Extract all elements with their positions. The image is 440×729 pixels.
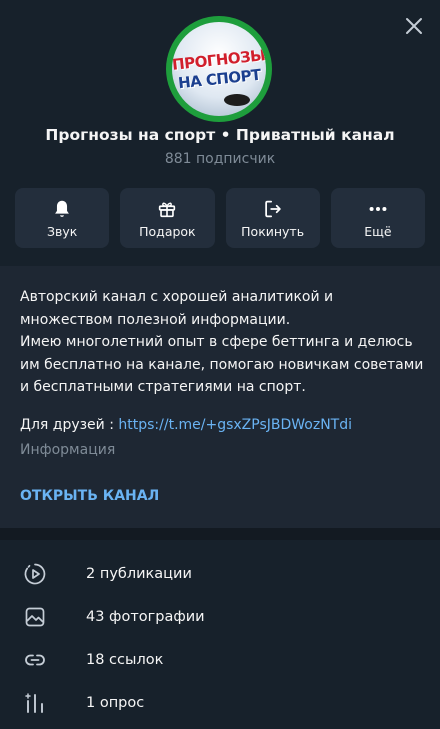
gift-button[interactable]: Подарок: [120, 188, 215, 248]
channel-description: Авторский канал с хорошей аналитикой и м…: [20, 289, 424, 395]
polls-count: 1 опрос: [86, 694, 145, 711]
channel-title: Прогнозы на спорт • Приватный канал: [45, 126, 395, 144]
media-item-links[interactable]: 18 ссылок: [0, 638, 440, 681]
channel-info-section: Авторский канал с хорошей аналитикой и м…: [0, 266, 440, 528]
sound-button[interactable]: Звук: [15, 188, 110, 248]
friends-prefix: Для друзей :: [20, 417, 119, 433]
channel-header: ПРОГНОЗЫ НА СПОРТ Прогнозы на спорт • Пр…: [0, 0, 440, 266]
poll-icon: [25, 692, 43, 713]
media-item-polls[interactable]: 1 опрос: [0, 681, 440, 724]
photo-icon: [25, 607, 45, 626]
leave-label: Покинуть: [241, 223, 305, 239]
hockey-puck-graphic: [224, 94, 250, 106]
more-icon: [369, 206, 387, 211]
close-icon: [406, 18, 422, 34]
gift-label: Подарок: [139, 223, 196, 239]
subscriber-count: 881 подписчик: [164, 151, 276, 167]
sound-label: Звук: [46, 223, 78, 239]
leave-button[interactable]: Покинуть: [225, 188, 320, 248]
channel-avatar[interactable]: ПРОГНОЗЫ НА СПОРТ: [166, 16, 272, 122]
photos-count: 43 фотографии: [86, 608, 205, 625]
channel-logo: ПРОГНОЗЫ НА СПОРТ: [172, 22, 266, 116]
links-count: 18 ссылок: [86, 651, 164, 668]
leave-icon: [264, 200, 281, 217]
more-label: Ещё: [364, 223, 392, 239]
gift-icon: [159, 202, 176, 217]
more-button[interactable]: Ещё: [330, 188, 425, 248]
link-icon: [25, 654, 45, 665]
shared-media-list: 2 публикации 43 фотографии 18 ссылок 1 о…: [0, 540, 440, 729]
action-bar: Звук Подарок Покинуть Ещё: [15, 188, 425, 248]
close-button[interactable]: [402, 14, 426, 38]
media-item-posts[interactable]: 2 публикации: [0, 552, 440, 595]
media-item-photos[interactable]: 43 фотографии: [0, 595, 440, 638]
section-divider: [0, 528, 440, 540]
invite-link[interactable]: https://t.me/+gsxZPsJBDWozNTdi: [118, 417, 352, 433]
posts-count: 2 публикации: [86, 565, 192, 582]
bell-icon: [55, 200, 69, 217]
posts-icon: [24, 563, 46, 584]
info-label: Информация: [20, 442, 116, 458]
open-channel-button[interactable]: ОТКРЫТЬ КАНАЛ: [20, 488, 159, 504]
friends-line: Для друзей : https://t.me/+gsxZPsJBDWozN…: [20, 417, 352, 433]
